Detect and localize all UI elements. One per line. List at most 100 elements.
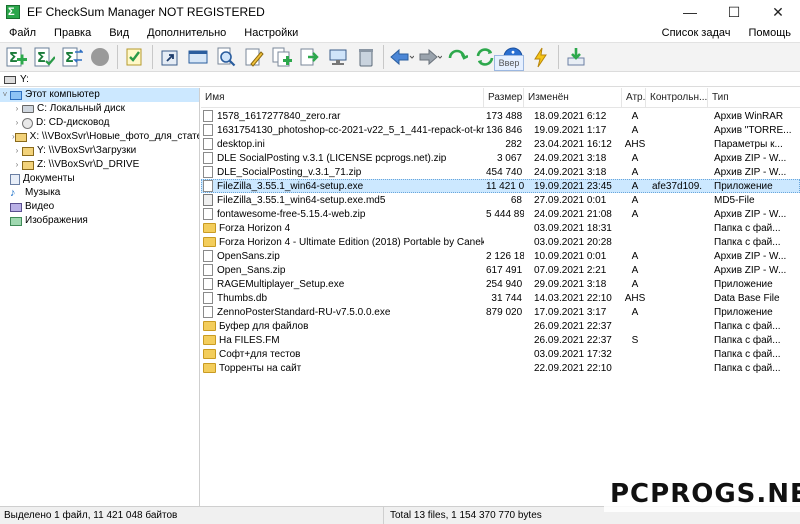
column-header-row: Имя Размер Изменён Атр... Контрольн... Т… — [201, 88, 800, 108]
tree-expand-icon[interactable]: › — [12, 158, 22, 172]
file-icon — [203, 208, 213, 220]
menu-settings[interactable]: Настройки — [235, 24, 307, 42]
menu-task-list[interactable]: Список задач — [653, 24, 740, 42]
file-size: 173 488 — [486, 110, 523, 122]
window-icon[interactable] — [185, 44, 211, 70]
table-row[interactable]: На FILES.FM 26.09.2021 22:37 S Папка с фай.… — [201, 333, 800, 347]
file-attributes: A — [631, 306, 639, 318]
table-row[interactable]: desktop.ini 282 23.04.2021 16:12 AHS Парамет… — [201, 137, 800, 151]
table-row[interactable]: Open_Sans.zip 617 491 07.09.2021 2:21 A Архи… — [201, 263, 800, 277]
file-name-cell: Forza Horizon 4 - Ultimate Edition (2018… — [201, 237, 484, 248]
tree-item-images[interactable]: Изображения — [0, 214, 199, 228]
up-icon[interactable] — [444, 44, 470, 70]
table-row[interactable]: Forza Horizon 4 03.09.2021 18:31 Папка с ф… — [201, 221, 800, 235]
search-icon[interactable] — [213, 44, 239, 70]
create-checksum-icon[interactable]: Σ — [3, 44, 29, 70]
app-checksum-icon: Σ — [5, 4, 21, 20]
svg-text:Σ: Σ — [37, 51, 46, 66]
table-row[interactable]: DLE_SocialPosting_v.3.1_71.zip 454 740 24.… — [201, 165, 800, 179]
table-row[interactable]: 1631754130_photoshop-cc-2021-v22_5_1_441… — [201, 123, 800, 137]
file-name-cell: Open_Sans.zip — [201, 264, 484, 276]
file-name-cell: RAGEMultiplayer_Setup.exe — [201, 278, 484, 290]
file-modified: 26.09.2021 22:37 — [534, 334, 612, 346]
file-modified: 19.09.2021 23:45 — [534, 180, 612, 192]
download-icon[interactable] — [563, 44, 589, 70]
tree-expand-icon[interactable]: › — [12, 116, 22, 130]
tree-expand-icon[interactable]: › — [12, 144, 22, 158]
table-row[interactable]: FileZilla_3.55.1_win64-setup.exe.md5 68 27… — [201, 193, 800, 207]
table-row[interactable]: ZennoPosterStandard-RU-v7.5.0.0.exe 879 0… — [201, 305, 800, 319]
tree-item-label: X: \\VBoxSvr\Новые_фото_для_статей — [29, 131, 200, 142]
column-header-type[interactable]: Тип — [708, 88, 800, 108]
current-drive-label: Y: — [20, 74, 29, 85]
toolbar-separator — [117, 45, 118, 69]
svg-text:Σ: Σ — [9, 51, 18, 66]
file-attributes: A — [631, 110, 639, 122]
forward-icon[interactable] — [416, 44, 442, 70]
table-row[interactable]: Софт+для тестов 03.09.2021 17:32 Папка с ф… — [201, 347, 800, 361]
tree-collapse-icon[interactable]: ˅ — [0, 88, 10, 102]
tree-expand-icon[interactable]: › — [12, 102, 22, 116]
open-folder-icon[interactable] — [157, 44, 183, 70]
table-row[interactable]: Буфер для файлов 26.09.2021 22:37 Папка с … — [201, 319, 800, 333]
file-name-cell: desktop.ini — [201, 138, 484, 150]
tree-item-documents[interactable]: Документы — [0, 172, 199, 186]
column-header-modified[interactable]: Изменён — [524, 88, 622, 108]
table-row[interactable]: Thumbs.db 31 744 14.03.2021 22:10 AHS Data B… — [201, 291, 800, 305]
table-row[interactable]: Forza Horizon 4 - Ultimate Edition (2018… — [201, 235, 800, 249]
tree-item-music[interactable]: ♪ Музыка — [0, 186, 199, 200]
tree-item-drive-d[interactable]: › D: CD-дисковод — [0, 116, 199, 130]
menu-view[interactable]: Вид — [100, 24, 138, 42]
file-list[interactable]: Имя Размер Изменён Атр... Контрольн... Т… — [201, 88, 800, 506]
table-row[interactable]: fontawesome-free-5.15.4-web.zip 5 444 897… — [201, 207, 800, 221]
tree-item-drive-z[interactable]: › Z: \\VBoxSvr\D_DRIVE — [0, 158, 199, 172]
file-modified: 23.04.2021 16:12 — [534, 138, 612, 150]
file-name-cell: DLE_SocialPosting_v.3.1_71.zip — [201, 166, 484, 178]
file-size: 282 — [505, 138, 522, 150]
tree-item-this-pc[interactable]: ˅ Этот компьютер — [0, 88, 199, 102]
menu-help[interactable]: Помощь — [740, 24, 800, 42]
table-row[interactable]: OpenSans.zip 2 126 188 10.09.2021 0:01 A Арх… — [201, 249, 800, 263]
folder-tree[interactable]: ˅ Этот компьютер › C: Локальный диск › D… — [0, 88, 200, 506]
tree-item-label: C: Локальный диск — [37, 103, 125, 114]
lightning-icon[interactable] — [528, 44, 554, 70]
column-header-name[interactable]: Имя — [201, 88, 484, 108]
network-icon[interactable] — [325, 44, 351, 70]
tree-item-label: Изображения — [25, 215, 88, 226]
column-header-checksum[interactable]: Контрольн... — [646, 88, 708, 108]
copy-icon[interactable] — [269, 44, 295, 70]
edit-icon[interactable] — [241, 44, 267, 70]
menu-edit[interactable]: Правка — [45, 24, 100, 42]
file-icon — [203, 180, 213, 192]
verify-checksum-icon[interactable]: Σ — [31, 44, 57, 70]
tree-item-video[interactable]: Видео — [0, 200, 199, 214]
menu-file[interactable]: Файл — [0, 24, 45, 42]
checksum-list-icon[interactable]: Σ — [59, 44, 85, 70]
close-button[interactable]: ✕ — [756, 0, 800, 24]
table-row[interactable]: Торренты на сайт 22.09.2021 22:10 Папка с … — [201, 361, 800, 375]
tree-item-drive-c[interactable]: › C: Локальный диск — [0, 102, 199, 116]
tree-item-drive-y[interactable]: › Y: \\VBoxSvr\Загрузки — [0, 144, 199, 158]
table-row[interactable]: RAGEMultiplayer_Setup.exe 254 940 519 29.0… — [201, 277, 800, 291]
disk-icon — [22, 105, 34, 113]
network-drive-icon — [14, 132, 27, 142]
stop-icon[interactable] — [87, 44, 113, 70]
table-row[interactable]: FileZilla_3.55.1_win64-setup.exe 11 421 0… — [201, 179, 800, 193]
file-name-cell: 1631754130_photoshop-cc-2021-v22_5_1_441… — [201, 124, 484, 136]
maximize-button[interactable]: ☐ — [712, 0, 756, 24]
column-header-attr[interactable]: Атр... — [622, 88, 646, 108]
back-icon[interactable] — [388, 44, 414, 70]
table-row[interactable]: 1578_1617277840_zero.rar 173 488 18.09.202… — [201, 109, 800, 123]
delete-icon[interactable] — [353, 44, 379, 70]
tree-item-drive-x[interactable]: › X: \\VBoxSvr\Новые_фото_для_статей — [0, 130, 199, 144]
tree-item-label: Этот компьютер — [25, 89, 100, 100]
column-header-size[interactable]: Размер — [484, 88, 524, 108]
file-type: Архив ZIP - W... — [714, 250, 787, 262]
menu-extra[interactable]: Дополнительно — [138, 24, 235, 42]
tree-item-label: Y: \\VBoxSvr\Загрузки — [37, 145, 137, 156]
check-icon[interactable] — [122, 44, 148, 70]
table-row[interactable]: DLE SocialPosting v.3.1 (LICENSE pcprogs… — [201, 151, 800, 165]
move-icon[interactable] — [297, 44, 323, 70]
drive-bar[interactable]: Y: — [0, 73, 800, 87]
minimize-button[interactable]: — — [668, 0, 712, 24]
